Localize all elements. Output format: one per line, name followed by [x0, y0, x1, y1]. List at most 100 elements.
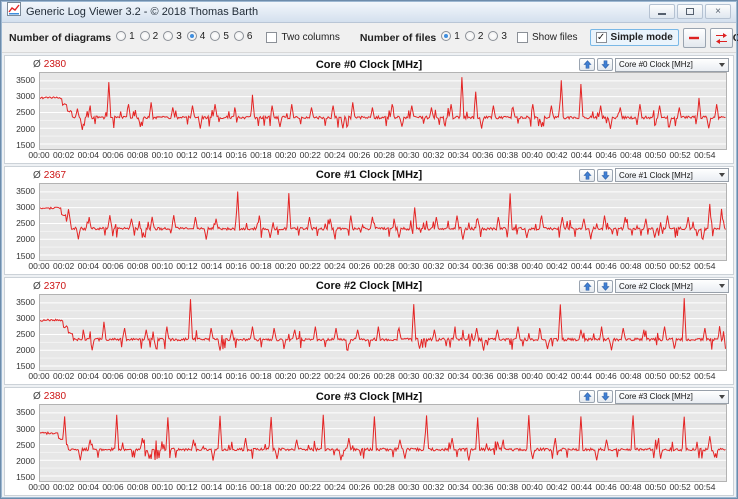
x-tick-label: 00:36	[472, 371, 494, 382]
move-chart-up-button[interactable]	[579, 279, 595, 293]
chart-body: 3500 3000 2500 2000 1500	[9, 182, 729, 261]
x-tick-label: 00:40	[521, 371, 543, 382]
dropdown-arrow-icon	[719, 394, 725, 399]
dropdown-arrow-icon	[719, 62, 725, 67]
channel-select-value: Core #1 Clock [MHz]	[619, 170, 693, 180]
chart-average-value: 2370	[43, 280, 67, 292]
x-tick-label: 00:08	[126, 482, 149, 492]
diagram-count-option-5[interactable]: 5	[210, 31, 229, 42]
x-tick-label: 00:46	[595, 482, 617, 492]
x-tick-label: 00:42	[546, 260, 568, 271]
chart-average: Ø 2380	[33, 59, 66, 70]
x-tick-label: 00:52	[669, 260, 691, 271]
x-tick-label: 00:22	[299, 371, 321, 382]
x-tick-label: 00:10	[151, 149, 173, 160]
series-line	[40, 77, 725, 130]
x-tick-label: 00:50	[644, 149, 667, 160]
diagram-count-option-1[interactable]: 1	[116, 31, 135, 42]
show-files-checkbox[interactable]: Show files	[516, 32, 578, 43]
move-chart-down-button[interactable]	[597, 390, 613, 404]
chart-line-svg	[40, 184, 726, 260]
x-tick-label: 00:24	[324, 371, 346, 382]
x-tick-label: 00:50	[644, 482, 667, 492]
move-chart-up-button[interactable]	[579, 390, 595, 404]
x-tick-label: 00:54	[694, 149, 716, 160]
file-count-option-1[interactable]: 1	[441, 31, 460, 42]
x-tick-label: 00:48	[620, 482, 642, 492]
y-tick-label: 1500	[16, 361, 35, 372]
channel-select[interactable]: Core #3 Clock [MHz]	[615, 389, 729, 404]
y-tick-label: 1500	[16, 250, 35, 261]
chart-average-value: 2380	[43, 391, 67, 403]
radio-label: 2	[477, 30, 484, 42]
x-tick-label: 00:18	[250, 149, 272, 160]
move-chart-down-button[interactable]	[597, 168, 613, 182]
simple-mode-checkbox[interactable]: ✓ Simple mode	[589, 29, 679, 46]
x-tick-label: 00:44	[570, 149, 593, 160]
plot-area	[39, 72, 727, 150]
x-tick-label: 00:04	[77, 149, 99, 160]
close-icon: ×	[715, 5, 721, 17]
file-count-option-2[interactable]: 2	[464, 30, 484, 42]
x-tick-label: 00:44	[570, 260, 593, 271]
maximize-button[interactable]	[677, 4, 703, 19]
x-tick-label: 00:16	[225, 260, 247, 271]
x-tick-label: 00:08	[126, 371, 149, 382]
y-tick-label: 3500	[16, 407, 35, 418]
up-arrow-icon	[582, 60, 592, 69]
x-tick-label: 00:30	[398, 149, 420, 160]
diagram-count-option-2[interactable]: 2	[139, 31, 158, 42]
x-tick-label: 00:34	[447, 371, 469, 382]
move-chart-down-button[interactable]	[597, 279, 613, 293]
x-tick-label: 00:28	[373, 482, 395, 492]
y-tick-label: 1500	[16, 139, 35, 150]
y-tick-label: 3000	[16, 202, 35, 213]
y-tick-label: 2500	[16, 439, 35, 450]
channel-select[interactable]: Core #0 Clock [MHz]	[615, 57, 729, 72]
x-tick-label: 00:14	[200, 371, 223, 382]
x-tick-label: 00:00	[28, 260, 50, 271]
diagram-count-option-3[interactable]: 3	[163, 31, 182, 42]
move-chart-up-button[interactable]	[579, 168, 595, 182]
diagram-count-radio-group: 1 2 3 4 5 6	[111, 31, 252, 45]
chart-panel: Ø 2380 Core #0 Clock [MHz] Core #0 Clock…	[4, 55, 734, 164]
close-button[interactable]: ×	[705, 4, 731, 19]
x-tick-label: 00:46	[595, 371, 617, 382]
two-columns-checkbox[interactable]: Two columns	[266, 32, 340, 43]
x-tick-label: 00:20	[274, 149, 297, 160]
minimize-button[interactable]	[649, 4, 675, 19]
x-tick-label: 00:12	[176, 149, 198, 160]
x-tick-label: 00:48	[620, 149, 642, 160]
diagram-count-option-4[interactable]: 4	[186, 31, 205, 42]
average-symbol: Ø	[33, 391, 41, 403]
title-bar: Generic Log Viewer 3.2 - © 2018 Thomas B…	[1, 1, 737, 23]
channel-select[interactable]: Core #1 Clock [MHz]	[615, 168, 729, 183]
radio-label: 3	[501, 30, 507, 42]
x-tick-label: 00:38	[496, 371, 519, 382]
x-tick-label: 00:14	[200, 482, 223, 492]
move-chart-down-button[interactable]	[597, 58, 613, 71]
x-tick-label: 00:14	[200, 149, 223, 160]
average-symbol: Ø	[33, 59, 41, 70]
diagram-count-option-6[interactable]: 6	[233, 31, 252, 42]
file-count-option-3[interactable]: 3	[488, 31, 507, 42]
y-tick-label: 2000	[16, 234, 35, 245]
x-tick-label: 00:28	[373, 260, 395, 271]
x-tick-label: 00:08	[126, 149, 149, 160]
x-tick-label: 00:04	[77, 482, 99, 492]
x-tick-label: 00:20	[274, 260, 297, 271]
y-tick-label: 3500	[16, 75, 35, 86]
channel-select[interactable]: Core #2 Clock [MHz]	[615, 279, 729, 293]
swap-curves-button[interactable]	[709, 27, 733, 48]
x-tick-label: 00:32	[422, 371, 445, 382]
minimize-icon	[658, 9, 666, 15]
x-tick-label: 00:06	[102, 482, 124, 492]
y-tick-label: 2000	[16, 345, 35, 356]
x-tick-label: 00:22	[299, 482, 321, 492]
x-tick-label: 00:44	[570, 482, 593, 492]
x-tick-label: 00:36	[472, 260, 494, 271]
curve-color-button[interactable]	[682, 27, 706, 48]
move-chart-up-button[interactable]	[579, 58, 595, 71]
x-tick-label: 00:34	[447, 482, 469, 492]
x-tick-label: 00:20	[274, 371, 297, 382]
